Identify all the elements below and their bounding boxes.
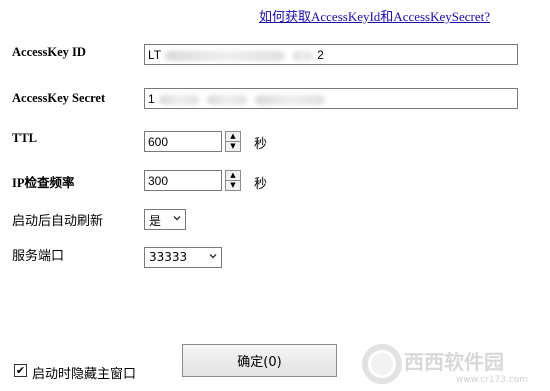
redacted-blur — [254, 94, 325, 105]
access-key-id-input[interactable]: LT 2 — [144, 44, 518, 65]
ttl-input[interactable]: 600 — [144, 131, 222, 152]
ip-check-label: IP检查频率 — [12, 176, 75, 190]
ttl-unit: 秒 — [254, 137, 268, 152]
ip-check-input[interactable]: 300 — [144, 170, 222, 191]
port-value: 33333 — [149, 250, 188, 264]
redacted-blur — [293, 50, 314, 61]
help-link[interactable]: 如何获取AccessKeyId和AccessKeySecret? — [259, 6, 490, 25]
access-key-id-label: AccessKey ID — [12, 45, 86, 59]
access-key-secret-label: AccessKey Secret — [12, 91, 106, 105]
hide-window-checkbox[interactable]: ✔ — [14, 364, 27, 377]
access-key-id-value-start: LT — [148, 48, 162, 62]
ip-check-unit: 秒 — [254, 177, 268, 192]
spin-down-icon[interactable]: ▼ — [225, 142, 241, 152]
redacted-blur — [158, 94, 199, 105]
access-key-secret-input[interactable]: 1 — [144, 88, 518, 109]
chevron-down-icon — [173, 216, 181, 221]
auto-refresh-label: 启动后自动刷新 — [12, 214, 104, 229]
watermark-url: www.cr173.com — [456, 375, 528, 385]
ok-button[interactable]: 确定(0) — [182, 344, 337, 377]
spin-up-icon[interactable]: ▲ — [225, 170, 241, 181]
watermark-logo: 西西软件园 www.cr173.com — [360, 340, 550, 387]
auto-refresh-value: 是 — [149, 214, 162, 228]
auto-refresh-select[interactable]: 是 — [144, 209, 186, 230]
access-key-id-value-end: 2 — [317, 48, 324, 62]
spin-up-icon[interactable]: ▲ — [225, 131, 241, 142]
spin-down-icon[interactable]: ▼ — [225, 181, 241, 191]
hide-window-label: 启动时隐藏主窗口 — [32, 367, 137, 382]
port-select[interactable]: 33333 — [144, 247, 222, 268]
port-label: 服务端口 — [12, 249, 65, 264]
ttl-label: TTL — [12, 131, 38, 145]
access-key-secret-value-start: 1 — [148, 92, 155, 106]
redacted-blur — [165, 50, 286, 61]
redacted-blur — [206, 94, 247, 105]
chevron-down-icon — [209, 254, 217, 259]
watermark-text: 西西软件园 — [404, 350, 504, 374]
